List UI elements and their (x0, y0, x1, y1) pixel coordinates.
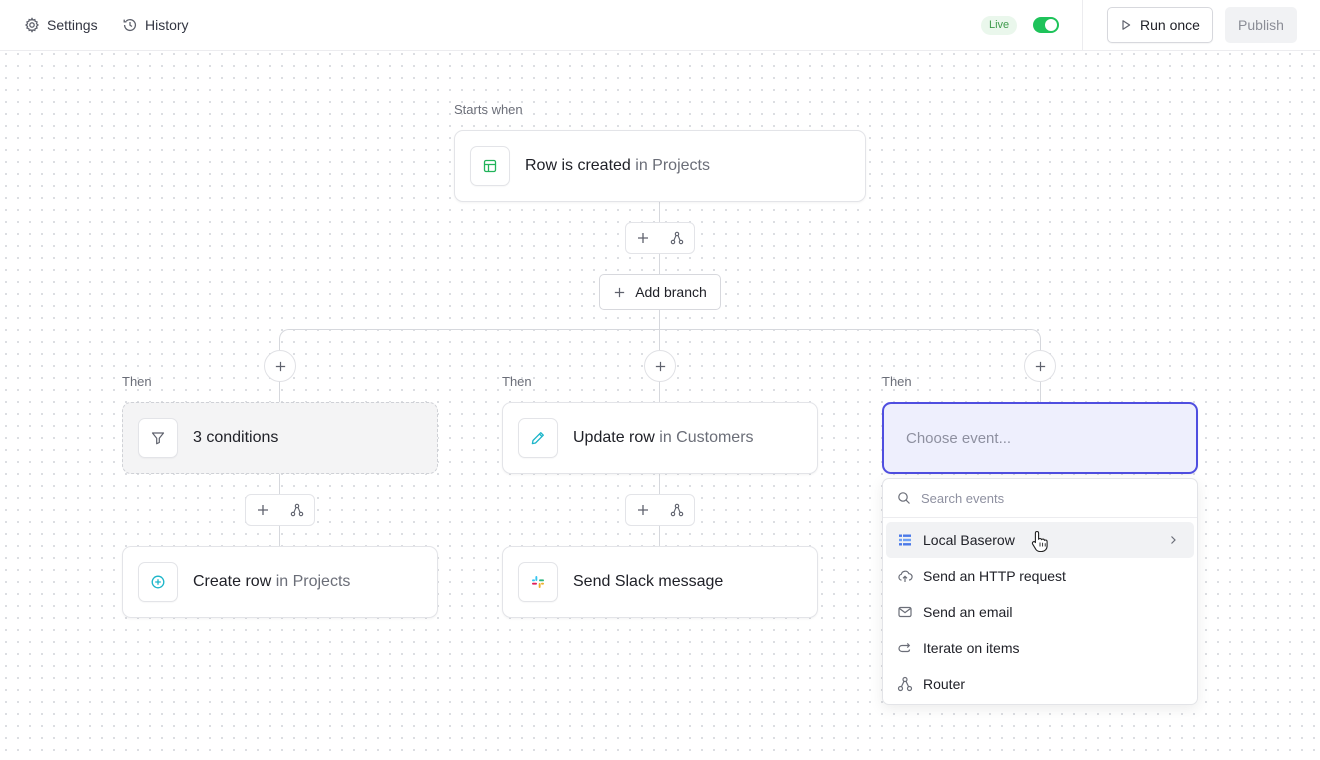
update-row-context: in Customers (659, 429, 754, 446)
conditions-icon-box (138, 418, 178, 458)
event-item-label: Iterate on items (923, 640, 1020, 656)
create-row-title: Create row (193, 573, 272, 590)
plus-icon (615, 287, 625, 297)
publish-button[interactable]: Publish (1225, 7, 1297, 43)
event-item-router[interactable]: Router (886, 666, 1194, 702)
plus-icon (638, 505, 648, 515)
event-item-label: Local Baserow (923, 532, 1015, 548)
event-item-label: Send an HTTP request (923, 568, 1066, 584)
event-search (883, 479, 1197, 518)
starts-when-label: Starts when (454, 102, 523, 117)
event-item-email[interactable]: Send an email (886, 594, 1194, 630)
create-row-text: Create row in Projects (193, 573, 350, 591)
filter-icon (151, 432, 165, 445)
run-once-label: Run once (1140, 17, 1200, 33)
connector-branch-right (659, 329, 1041, 349)
create-row-context: in Projects (275, 573, 351, 590)
branch-1-label: Then (122, 374, 152, 389)
chevron-right-icon (1171, 536, 1176, 544)
plus-icon (1035, 361, 1045, 371)
conditions-node[interactable]: 3 conditions (122, 402, 438, 474)
slack-icon (532, 576, 544, 588)
router-icon (897, 676, 913, 692)
plus-icon (258, 505, 268, 515)
add-router-button[interactable] (660, 223, 694, 253)
search-events-input[interactable] (921, 490, 1181, 506)
branch-3-add-button[interactable] (1024, 350, 1056, 382)
router-icon (670, 503, 684, 517)
top-bar: Settings History Live Run once Publish (0, 0, 1320, 51)
settings-button[interactable]: Settings (24, 0, 98, 50)
pencil-icon (531, 432, 544, 445)
router-icon (670, 231, 684, 245)
plus-icon (655, 361, 665, 371)
conditions-text: 3 conditions (193, 429, 278, 447)
branch-2-add-button[interactable] (644, 350, 676, 382)
update-row-icon-box (518, 418, 558, 458)
add-step-button[interactable] (626, 223, 660, 253)
connector-branch-stem (659, 310, 660, 330)
event-item-label: Router (923, 676, 966, 692)
hand-cursor-icon (1031, 530, 1048, 552)
slack-node[interactable]: Send Slack message (502, 546, 818, 618)
trigger-title: Row is created (525, 157, 631, 174)
add-router-button[interactable] (280, 495, 314, 525)
event-item-http-request[interactable]: Send an HTTP request (886, 558, 1194, 594)
create-row-node[interactable]: Create row in Projects (122, 546, 438, 618)
event-item-label: Send an email (923, 604, 1013, 620)
plus-icon (275, 361, 285, 371)
add-router-button[interactable] (660, 495, 694, 525)
update-row-node[interactable]: Update row in Customers (502, 402, 818, 474)
cloud-upload-icon (898, 570, 913, 582)
add-branch-label: Add branch (635, 284, 707, 300)
search-icon (898, 492, 910, 504)
add-branch-button[interactable]: Add branch (599, 274, 721, 310)
plus-icon (638, 233, 648, 243)
branch-1-add-button[interactable] (264, 350, 296, 382)
history-icon (123, 19, 137, 32)
create-row-icon-box (138, 562, 178, 602)
baserow-icon (899, 534, 911, 546)
loop-icon (898, 642, 911, 653)
branch-1-add-controls (245, 494, 315, 526)
gear-icon (25, 17, 39, 33)
settings-label: Settings (47, 17, 98, 33)
router-icon (290, 503, 304, 517)
history-label: History (145, 17, 189, 33)
live-badge: Live (981, 16, 1018, 35)
play-icon (1122, 20, 1131, 30)
slack-text: Send Slack message (573, 573, 723, 591)
branch-2-add-controls (625, 494, 695, 526)
event-dropdown: Local Baserow Send an HTTP request Send … (882, 478, 1198, 705)
trigger-icon-box (470, 146, 510, 186)
run-once-button[interactable]: Run once (1107, 7, 1213, 43)
branch-3-label: Then (882, 374, 912, 389)
event-item-iterate[interactable]: Iterate on items (886, 630, 1194, 666)
conditions-title: 3 conditions (193, 429, 279, 446)
choose-event-placeholder: Choose event... (906, 429, 1012, 447)
branch-2-label: Then (502, 374, 532, 389)
mail-icon (898, 606, 912, 618)
update-row-text: Update row in Customers (573, 429, 754, 447)
publish-label: Publish (1238, 17, 1284, 33)
trigger-node[interactable]: Row is created in Projects (454, 130, 866, 202)
trigger-context: in Projects (635, 157, 710, 174)
add-step-button[interactable] (626, 495, 660, 525)
header-divider (1082, 0, 1083, 50)
history-button[interactable]: History (122, 0, 189, 50)
add-step-button[interactable] (246, 495, 280, 525)
choose-event-node[interactable]: Choose event... (882, 402, 1198, 474)
update-row-title: Update row (573, 429, 655, 446)
slack-icon-box (518, 562, 558, 602)
live-toggle[interactable] (1033, 17, 1059, 33)
trigger-text: Row is created in Projects (525, 157, 710, 175)
slack-title: Send Slack message (573, 573, 724, 590)
table-icon (483, 159, 497, 173)
plus-circle-icon (151, 575, 165, 589)
trigger-add-controls (625, 222, 695, 254)
connector-branch-left (279, 329, 660, 349)
